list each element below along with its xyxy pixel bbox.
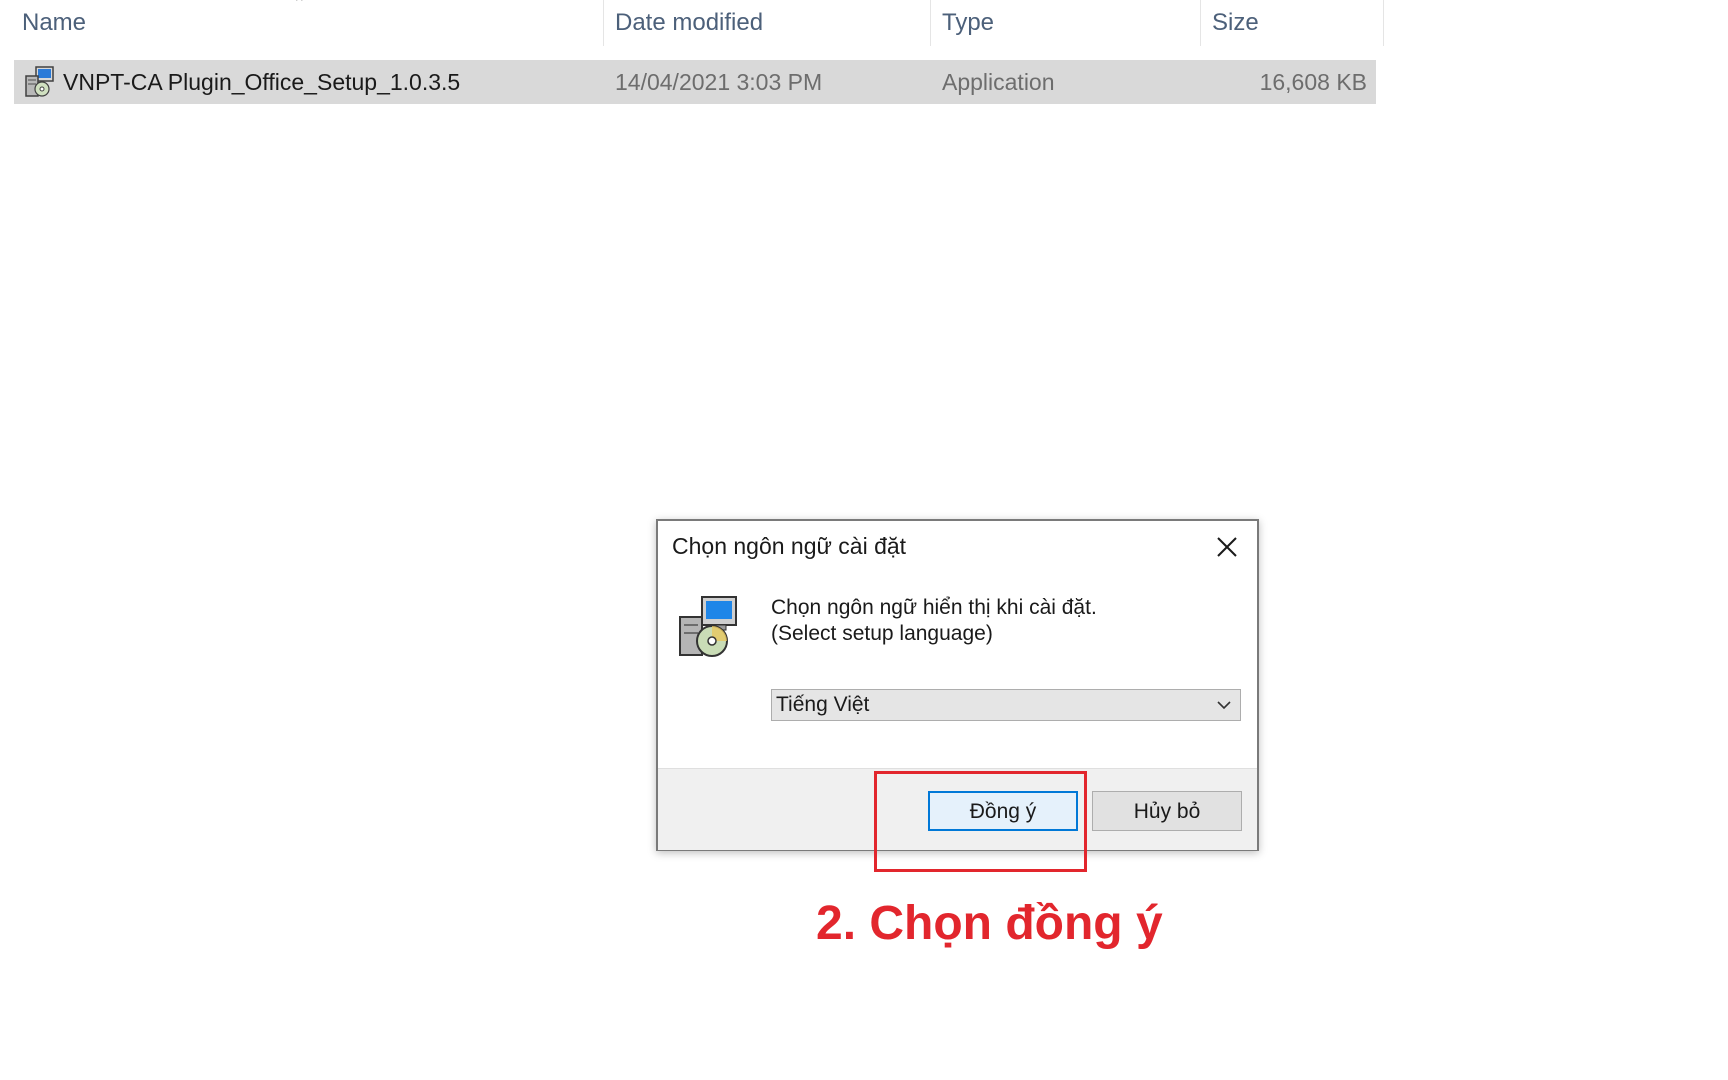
column-header-date-label: Date modified <box>615 9 764 36</box>
column-header-date-modified[interactable]: Date modified <box>607 0 927 46</box>
annotation-text: 2. Chọn đồng ý <box>816 897 1163 950</box>
dialog-title: Chọn ngôn ngữ cài đặt <box>672 533 907 559</box>
column-header-type-label: Type <box>942 9 995 36</box>
dialog-message-line-1: Chọn ngôn ngữ hiển thị khi cài đặt. <box>771 596 1097 619</box>
language-select-value: Tiếng Việt <box>776 693 870 716</box>
column-header-bar: Name ^ Date modified Type Size <box>0 0 1385 46</box>
language-select[interactable]: Tiếng Việt <box>771 689 1241 721</box>
column-header-size-label: Size <box>1212 9 1259 36</box>
file-row-selected[interactable]: VNPT-CA Plugin_Office_Setup_1.0.3.5 14/0… <box>14 60 1376 104</box>
dialog-message: Chọn ngôn ngữ hiển thị khi cài đặt. (Sel… <box>771 595 1097 647</box>
column-header-size[interactable]: Size <box>1204 0 1384 46</box>
annotation-highlight-box <box>874 771 1087 872</box>
dialog-message-line-2: (Select setup language) <box>771 622 993 645</box>
close-button[interactable] <box>1207 529 1247 565</box>
column-header-name[interactable]: Name <box>14 0 614 46</box>
chevron-down-icon <box>1217 701 1231 710</box>
setup-icon <box>679 596 737 657</box>
cancel-button[interactable]: Hủy bỏ <box>1092 791 1242 831</box>
close-icon <box>1217 537 1237 557</box>
sort-indicator-icon: ^ <box>296 0 303 8</box>
file-size: 16,608 KB <box>1259 69 1367 95</box>
column-separator[interactable] <box>1200 0 1201 46</box>
column-separator[interactable] <box>603 0 604 46</box>
column-separator[interactable] <box>930 0 931 46</box>
column-separator[interactable] <box>1383 0 1384 46</box>
installer-icon <box>25 66 54 97</box>
column-header-name-label: Name <box>22 9 87 36</box>
file-date-modified: 14/04/2021 3:03 PM <box>615 69 823 95</box>
file-type: Application <box>942 69 1055 95</box>
file-name: VNPT-CA Plugin_Office_Setup_1.0.3.5 <box>63 69 461 95</box>
column-header-type[interactable]: Type <box>934 0 1200 46</box>
